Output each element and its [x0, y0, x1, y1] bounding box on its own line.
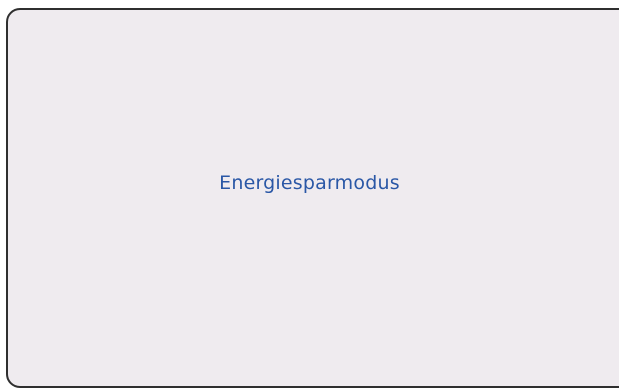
power-saving-label: Energiesparmodus	[219, 172, 400, 194]
power-saving-screen	[6, 8, 619, 388]
